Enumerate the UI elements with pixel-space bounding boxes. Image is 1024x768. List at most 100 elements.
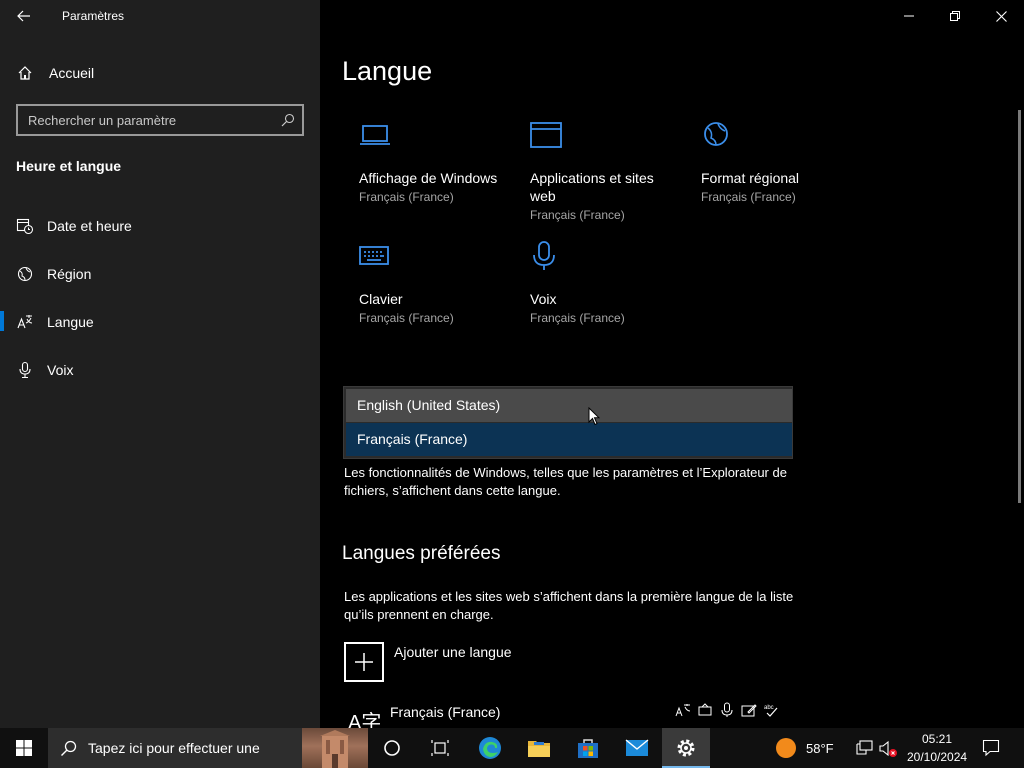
notification-center-icon[interactable] (982, 739, 1000, 757)
laptop-icon (360, 125, 390, 145)
home-icon (18, 66, 32, 80)
tile-keyboard[interactable]: Clavier Français (France) (359, 241, 524, 325)
handwriting-feature-icon (741, 704, 757, 717)
tile-subtitle: Français (France) (701, 190, 796, 204)
task-view-icon (431, 740, 449, 756)
settings-taskbar-button[interactable] (662, 728, 710, 768)
clock-date[interactable]: 20/10/2024 (907, 750, 967, 764)
mail-envelope-icon (625, 739, 649, 756)
plus-icon (355, 653, 373, 671)
search-icon[interactable] (280, 112, 296, 128)
tile-subtitle: Français (France) (530, 208, 625, 222)
tile-voice[interactable]: Voix Français (France) (530, 241, 695, 325)
close-icon (995, 10, 1007, 22)
edge-taskbar-button[interactable] (466, 728, 514, 768)
tile-subtitle: Français (France) (359, 311, 454, 325)
tile-subtitle: Français (France) (359, 190, 454, 204)
calendar-clock-icon (16, 218, 34, 235)
edge-browser-icon (479, 737, 501, 759)
language-name: Français (France) (390, 704, 501, 720)
display-language-dropdown-list[interactable]: English (United States) Français (France… (343, 386, 793, 459)
tile-subtitle: Français (France) (530, 311, 625, 325)
petra-landmark-icon (320, 730, 350, 768)
taskbar-search-input[interactable] (88, 739, 288, 757)
weather-sun-icon[interactable] (775, 737, 797, 759)
store-taskbar-button[interactable] (564, 728, 612, 768)
store-bag-icon (578, 739, 598, 758)
settings-search-input[interactable] (28, 111, 268, 129)
weather-temperature[interactable]: 58°F (806, 741, 834, 756)
mouse-cursor-icon (588, 407, 600, 426)
svg-text:abc: abc (764, 705, 774, 711)
minimize-icon (904, 15, 914, 17)
keyboard-icon (359, 246, 389, 265)
globe-icon (704, 122, 728, 146)
tile-name: Format régional (701, 170, 800, 186)
selection-indicator (0, 311, 4, 331)
speech-feature-icon (698, 703, 712, 716)
back-arrow-icon (17, 10, 30, 22)
display-language-description: Les fonctionnalités de Windows, telles q… (344, 465, 787, 498)
tile-windows-display[interactable]: Affichage de Windows Français (France) (359, 120, 524, 204)
taskbar-search-box[interactable] (48, 728, 368, 768)
sidebar-item-language[interactable]: Langue (0, 301, 320, 341)
sidebar-item-label: Voix (47, 362, 74, 378)
close-button[interactable] (978, 0, 1024, 32)
add-language-button[interactable]: Ajouter une langue (344, 642, 644, 682)
sidebar-item-label: Accueil (49, 65, 95, 81)
volume-muted-icon[interactable] (879, 740, 899, 758)
language-glyph: A字 (348, 712, 382, 728)
language-list-item[interactable]: A字 Français (France) abc (344, 700, 794, 728)
sidebar-item-region[interactable]: Région (0, 253, 320, 293)
folder-icon (528, 741, 550, 757)
globe-region-icon (17, 266, 33, 282)
settings-search-box[interactable] (16, 104, 304, 136)
minimize-button[interactable] (886, 0, 932, 32)
sidebar: Paramètres Accueil Heure et langue Date … (0, 0, 320, 728)
microphone-icon (533, 241, 555, 270)
cortana-circle-icon (384, 740, 400, 756)
microphone-icon (19, 361, 31, 379)
tile-name: Voix (530, 291, 557, 307)
tile-regional-format[interactable]: Format régional Français (France) (701, 120, 866, 204)
sidebar-item-home[interactable]: Accueil (0, 58, 320, 88)
taskbar: 58°F 05:21 20/10/2024 (0, 728, 1024, 768)
sidebar-item-label: Langue (47, 314, 94, 330)
mail-taskbar-button[interactable] (613, 728, 661, 768)
tile-name: Affichage de Windows (359, 170, 498, 186)
start-button[interactable] (0, 728, 48, 768)
scrollbar[interactable] (1018, 110, 1021, 503)
restore-button[interactable] (932, 0, 978, 32)
add-box (344, 642, 384, 682)
dropdown-option-english[interactable]: English (United States) (346, 389, 792, 422)
tile-apps-websites[interactable]: Applications et sites web Français (Fran… (530, 120, 680, 222)
task-view-button[interactable] (416, 728, 464, 768)
restore-icon (950, 11, 960, 21)
tile-name: Applications et sites web (530, 170, 654, 204)
sidebar-item-label: Région (47, 266, 92, 282)
language-icon (17, 315, 33, 329)
cortana-button[interactable] (368, 728, 416, 768)
sidebar-item-voice[interactable]: Voix (0, 349, 320, 389)
section-title: Heure et langue (16, 158, 122, 174)
page-title: Langue (342, 56, 433, 86)
add-language-label: Ajouter une langue (394, 644, 512, 660)
display-language-feature-icon (675, 704, 691, 717)
back-button[interactable] (8, 4, 40, 28)
sidebar-item-date-time[interactable]: Date et heure (0, 205, 320, 245)
tile-name: Clavier (359, 291, 403, 307)
preferred-languages-heading: Langues préférées (342, 543, 501, 564)
file-explorer-taskbar-button[interactable] (515, 728, 563, 768)
microphone-feature-icon (721, 702, 733, 717)
window-icon (530, 122, 562, 148)
search-icon (61, 740, 77, 756)
gear-icon (677, 739, 695, 757)
search-highlight-image[interactable] (302, 728, 368, 768)
clock-time[interactable]: 05:21 (922, 732, 952, 746)
spellcheck-feature-icon: abc (764, 705, 778, 717)
network-icon[interactable] (856, 740, 874, 756)
preferred-languages-description: Les applications et les sites web s’affi… (344, 589, 794, 622)
windows-logo-icon (16, 740, 32, 756)
dropdown-option-french[interactable]: Français (France) (346, 423, 792, 456)
sidebar-item-label: Date et heure (47, 218, 132, 234)
